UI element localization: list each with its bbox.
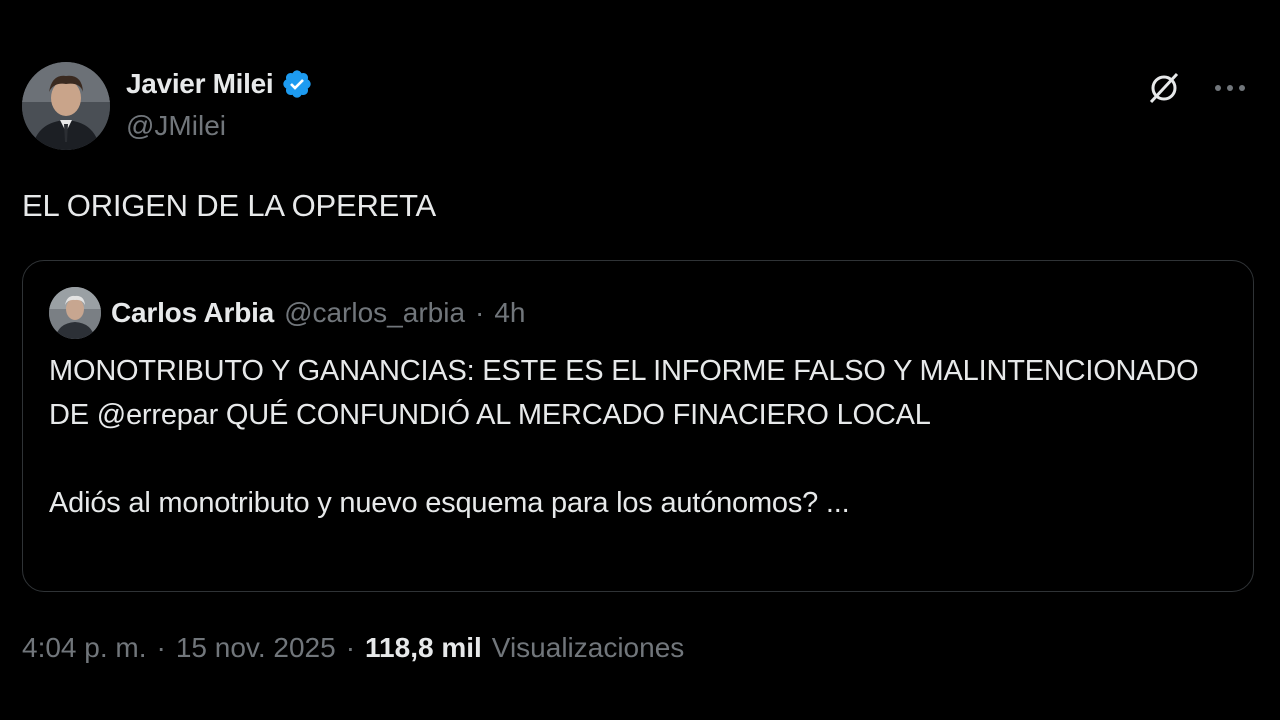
tweet-time[interactable]: 4:04 p. m. xyxy=(22,632,147,664)
tweet-text: EL ORIGEN DE LA OPERETA xyxy=(22,188,437,223)
author-name-row: Javier Milei xyxy=(126,68,313,100)
quoted-tweet[interactable]: Carlos Arbia @carlos_arbia · 4h MONOTRIB… xyxy=(22,260,1254,592)
meta-separator: · xyxy=(345,632,356,663)
quote-text: MONOTRIBUTO Y GANANCIAS: ESTE ES EL INFO… xyxy=(49,349,1239,525)
quote-author-avatar xyxy=(49,287,101,339)
meta-separator: · xyxy=(156,632,166,663)
tweet-meta: 4:04 p. m. · 15 nov. 2025 · 118,8 mil Vi… xyxy=(22,632,684,664)
author-handle[interactable]: @JMilei xyxy=(126,110,226,142)
views-label: Visualizaciones xyxy=(491,632,685,663)
views-count: 118,8 mil xyxy=(365,632,482,663)
quote-author-handle: @carlos_arbia xyxy=(284,297,466,328)
tweet-actions xyxy=(1144,68,1250,108)
quote-separator: · xyxy=(475,297,485,328)
quote-paragraph-1: MONOTRIBUTO Y GANANCIAS: ESTE ES EL INFO… xyxy=(49,355,1199,431)
verified-badge-icon xyxy=(281,68,313,100)
quote-paragraph-2: Adiós al monotributo y nuevo esquema par… xyxy=(49,487,850,519)
more-options-icon[interactable] xyxy=(1210,68,1250,108)
tweet-header: Javier Milei @JMilei xyxy=(22,60,1256,152)
quote-time: 4h xyxy=(494,297,526,328)
author-name[interactable]: Javier Milei xyxy=(126,68,274,100)
author-avatar[interactable] xyxy=(22,62,110,150)
tweet: Javier Milei @JMilei EL ORIGEN DE LA OPE… xyxy=(22,60,1256,663)
grok-icon[interactable] xyxy=(1144,68,1184,108)
tweet-date[interactable]: 15 nov. 2025 xyxy=(176,632,336,664)
quote-header: Carlos Arbia @carlos_arbia · 4h xyxy=(49,287,526,339)
quote-author-name: Carlos Arbia xyxy=(111,297,275,328)
